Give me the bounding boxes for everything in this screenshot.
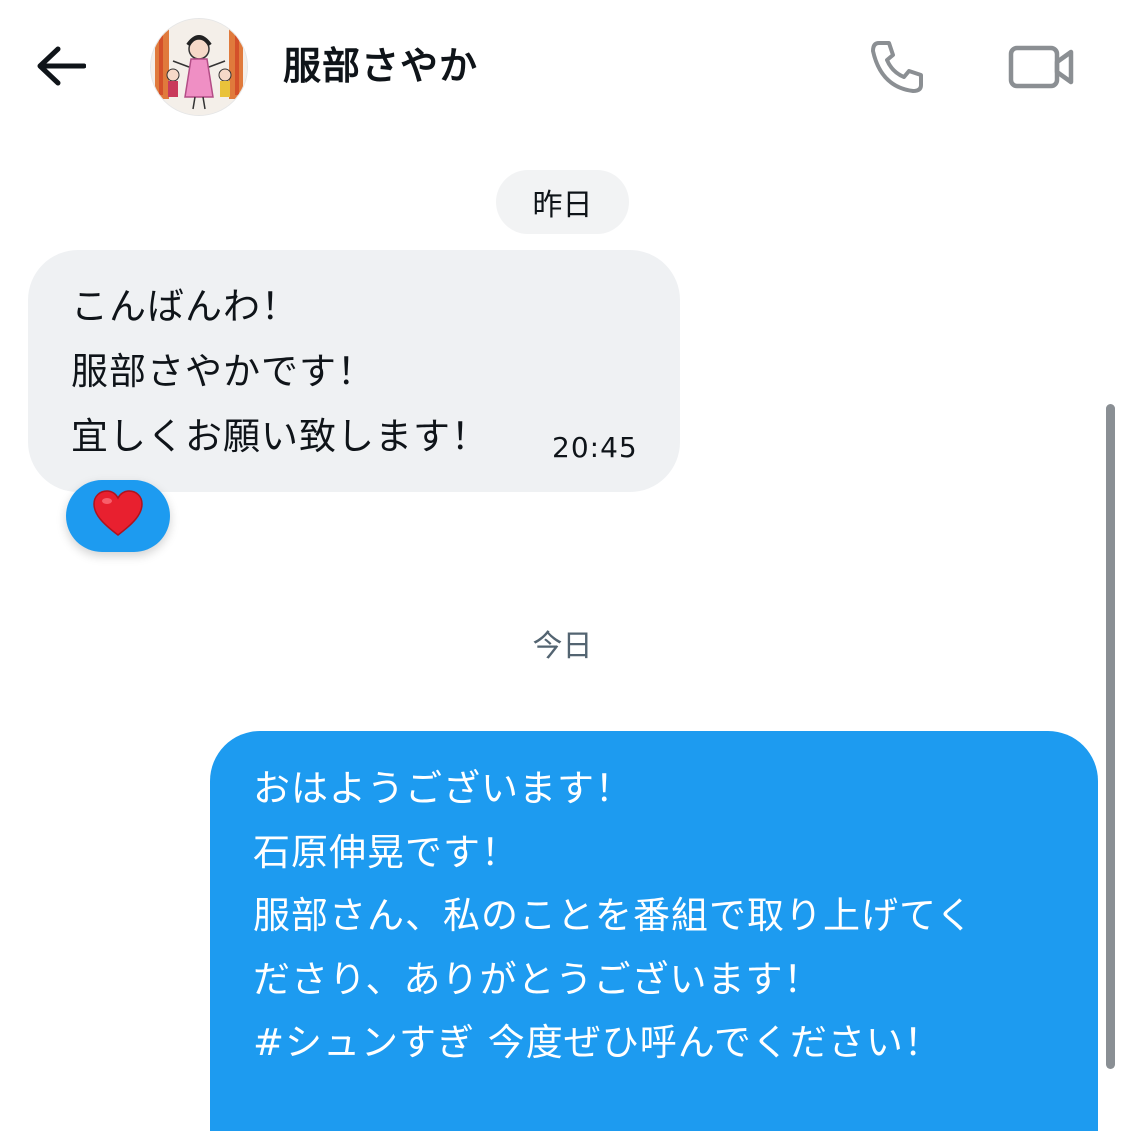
back-button[interactable]: [28, 36, 92, 100]
message-text-line: 宜しくお願い致します！: [71, 415, 489, 458]
call-button[interactable]: [862, 34, 932, 104]
message-text-line: #シュンすぎ 今度ぜひ呼んでください！: [253, 1021, 942, 1064]
arrow-left-icon: [34, 46, 87, 90]
heart-icon: [92, 490, 144, 542]
scrollbar-thumb[interactable]: [1106, 404, 1115, 1069]
outgoing-message-bubble[interactable]: おはようございます！ 石原伸晃です！ 服部さん、私のことを番組で取り上げてく だ…: [210, 731, 1098, 1131]
contact-name[interactable]: 服部さやか: [283, 40, 478, 92]
heart-reaction[interactable]: [66, 480, 170, 552]
video-camera-icon: [1007, 42, 1077, 96]
date-separator-today: 今日: [532, 629, 593, 664]
message-text-line: 服部さやかです！: [71, 350, 375, 393]
message-text-line: こんばんわ！: [71, 285, 299, 328]
message-text-line: 服部さん、私のことを番組で取り上げてく: [253, 894, 974, 937]
message-timestamp: 20:45: [552, 431, 638, 464]
message-text-line: ださり、ありがとうございます！: [253, 958, 822, 1001]
contact-avatar-drawing: [151, 19, 247, 115]
incoming-message-bubble[interactable]: こんばんわ！ 服部さやかです！ 宜しくお願い致します！ 20:45: [28, 250, 680, 492]
date-separator-yesterday: 昨日: [496, 170, 629, 234]
message-text-line: おはようございます！: [253, 767, 633, 810]
conversation-header: 服部さやか: [0, 0, 1125, 135]
message-text-line: 石原伸晃です！: [253, 831, 519, 874]
avatar[interactable]: [150, 18, 248, 116]
video-call-button[interactable]: [1000, 34, 1084, 104]
phone-icon: [867, 37, 927, 101]
